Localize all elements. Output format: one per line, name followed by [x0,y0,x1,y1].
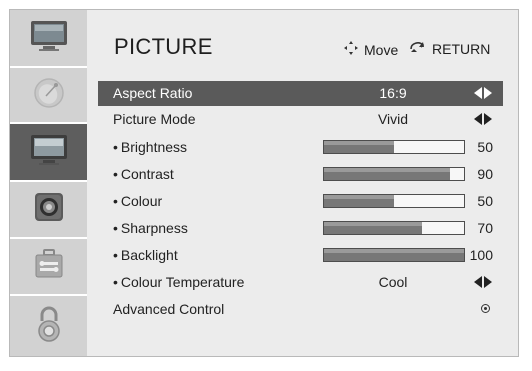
menu-title: PICTURE [114,34,213,59]
setting-number: 90 [477,166,493,182]
left-right-arrows-icon[interactable] [474,87,492,99]
setting-label: Advanced Control [113,301,225,317]
setting-label: • Brightness [113,139,187,155]
setting-label-text: Contrast [120,166,174,182]
left-right-arrows-icon[interactable] [474,113,492,125]
setting-number: 100 [469,247,493,263]
return-icon [409,40,427,57]
sidebar-item-picture[interactable] [10,124,87,180]
setting-number: 50 [477,139,493,155]
move-arrows-icon [343,40,359,59]
bullet-icon: • [113,193,118,209]
setting-label: Aspect Ratio [113,85,193,101]
toolbox-icon [32,247,66,286]
slider-fill [324,249,464,261]
padlock-icon [34,305,64,348]
move-hint-label: Move [364,41,399,58]
setting-label: • Colour [113,193,162,209]
setting-colour[interactable]: • Colour 50 [98,189,503,214]
setting-advanced-control[interactable]: Advanced Control [98,297,503,322]
setting-backlight[interactable]: • Backlight 100 [98,243,503,268]
setting-brightness[interactable]: • Brightness 50 [98,135,503,160]
bullet-icon: • [113,139,118,155]
setting-label: Picture Mode [113,111,196,127]
return-hint-label: RETURN [432,40,491,57]
bullet-icon: • [113,166,118,182]
sidebar-item-tv[interactable] [10,10,87,66]
bullet-icon: • [113,274,118,290]
setting-label: • Colour Temperature [113,274,244,290]
setting-label-text: Sharpness [120,220,188,236]
setting-label: • Backlight [113,247,178,263]
setting-contrast[interactable]: • Contrast 90 [98,162,503,187]
slider-fill [324,168,450,180]
setting-label-text: Colour [120,193,163,209]
move-hint: Move [343,40,398,59]
sidebar-item-setup[interactable] [10,239,87,294]
setting-label: • Sharpness [113,220,188,236]
bullet-icon: • [113,220,118,236]
setting-value: 16:9 [379,85,407,101]
sidebar-item-sound[interactable] [10,182,87,237]
setting-label-text: Brightness [120,139,188,155]
setting-label: • Contrast [113,166,174,182]
slider-fill [324,141,394,153]
bullet-icon: • [113,247,118,263]
radio-button[interactable] [481,304,490,313]
tv-top-icon [29,20,69,57]
return-hint: RETURN [409,40,490,57]
setting-number: 50 [477,193,493,209]
setting-value: Cool [378,274,408,290]
slider-fill [324,222,422,234]
setting-sharpness[interactable]: • Sharpness 70 [98,216,503,241]
setting-colour-temperature[interactable]: • Colour Temperature Cool [98,270,503,295]
setting-label-text: Colour Temperature [120,274,245,290]
setting-picture-mode[interactable]: Picture Mode Vivid [98,107,503,132]
sidebar-item-lock[interactable] [10,296,87,356]
setting-aspect-ratio[interactable]: Aspect Ratio 16:9 [98,81,503,106]
setting-label-text: Backlight [120,247,178,263]
tv-picture-icon [29,134,69,171]
sidebar-item-channel[interactable] [10,68,87,122]
colour-slider[interactable] [323,194,465,208]
satellite-dish-icon [32,76,66,115]
brightness-slider[interactable] [323,140,465,154]
contrast-slider[interactable] [323,167,465,181]
settings-list: Aspect Ratio 16:9 Picture Mode Vivid • Br… [98,81,503,326]
left-right-arrows-icon[interactable] [474,276,492,288]
setting-value: Vivid [377,111,409,127]
backlight-slider[interactable] [323,248,465,262]
slider-fill [324,195,394,207]
speaker-icon [32,190,66,229]
setting-number: 70 [477,220,493,236]
sharpness-slider[interactable] [323,221,465,235]
